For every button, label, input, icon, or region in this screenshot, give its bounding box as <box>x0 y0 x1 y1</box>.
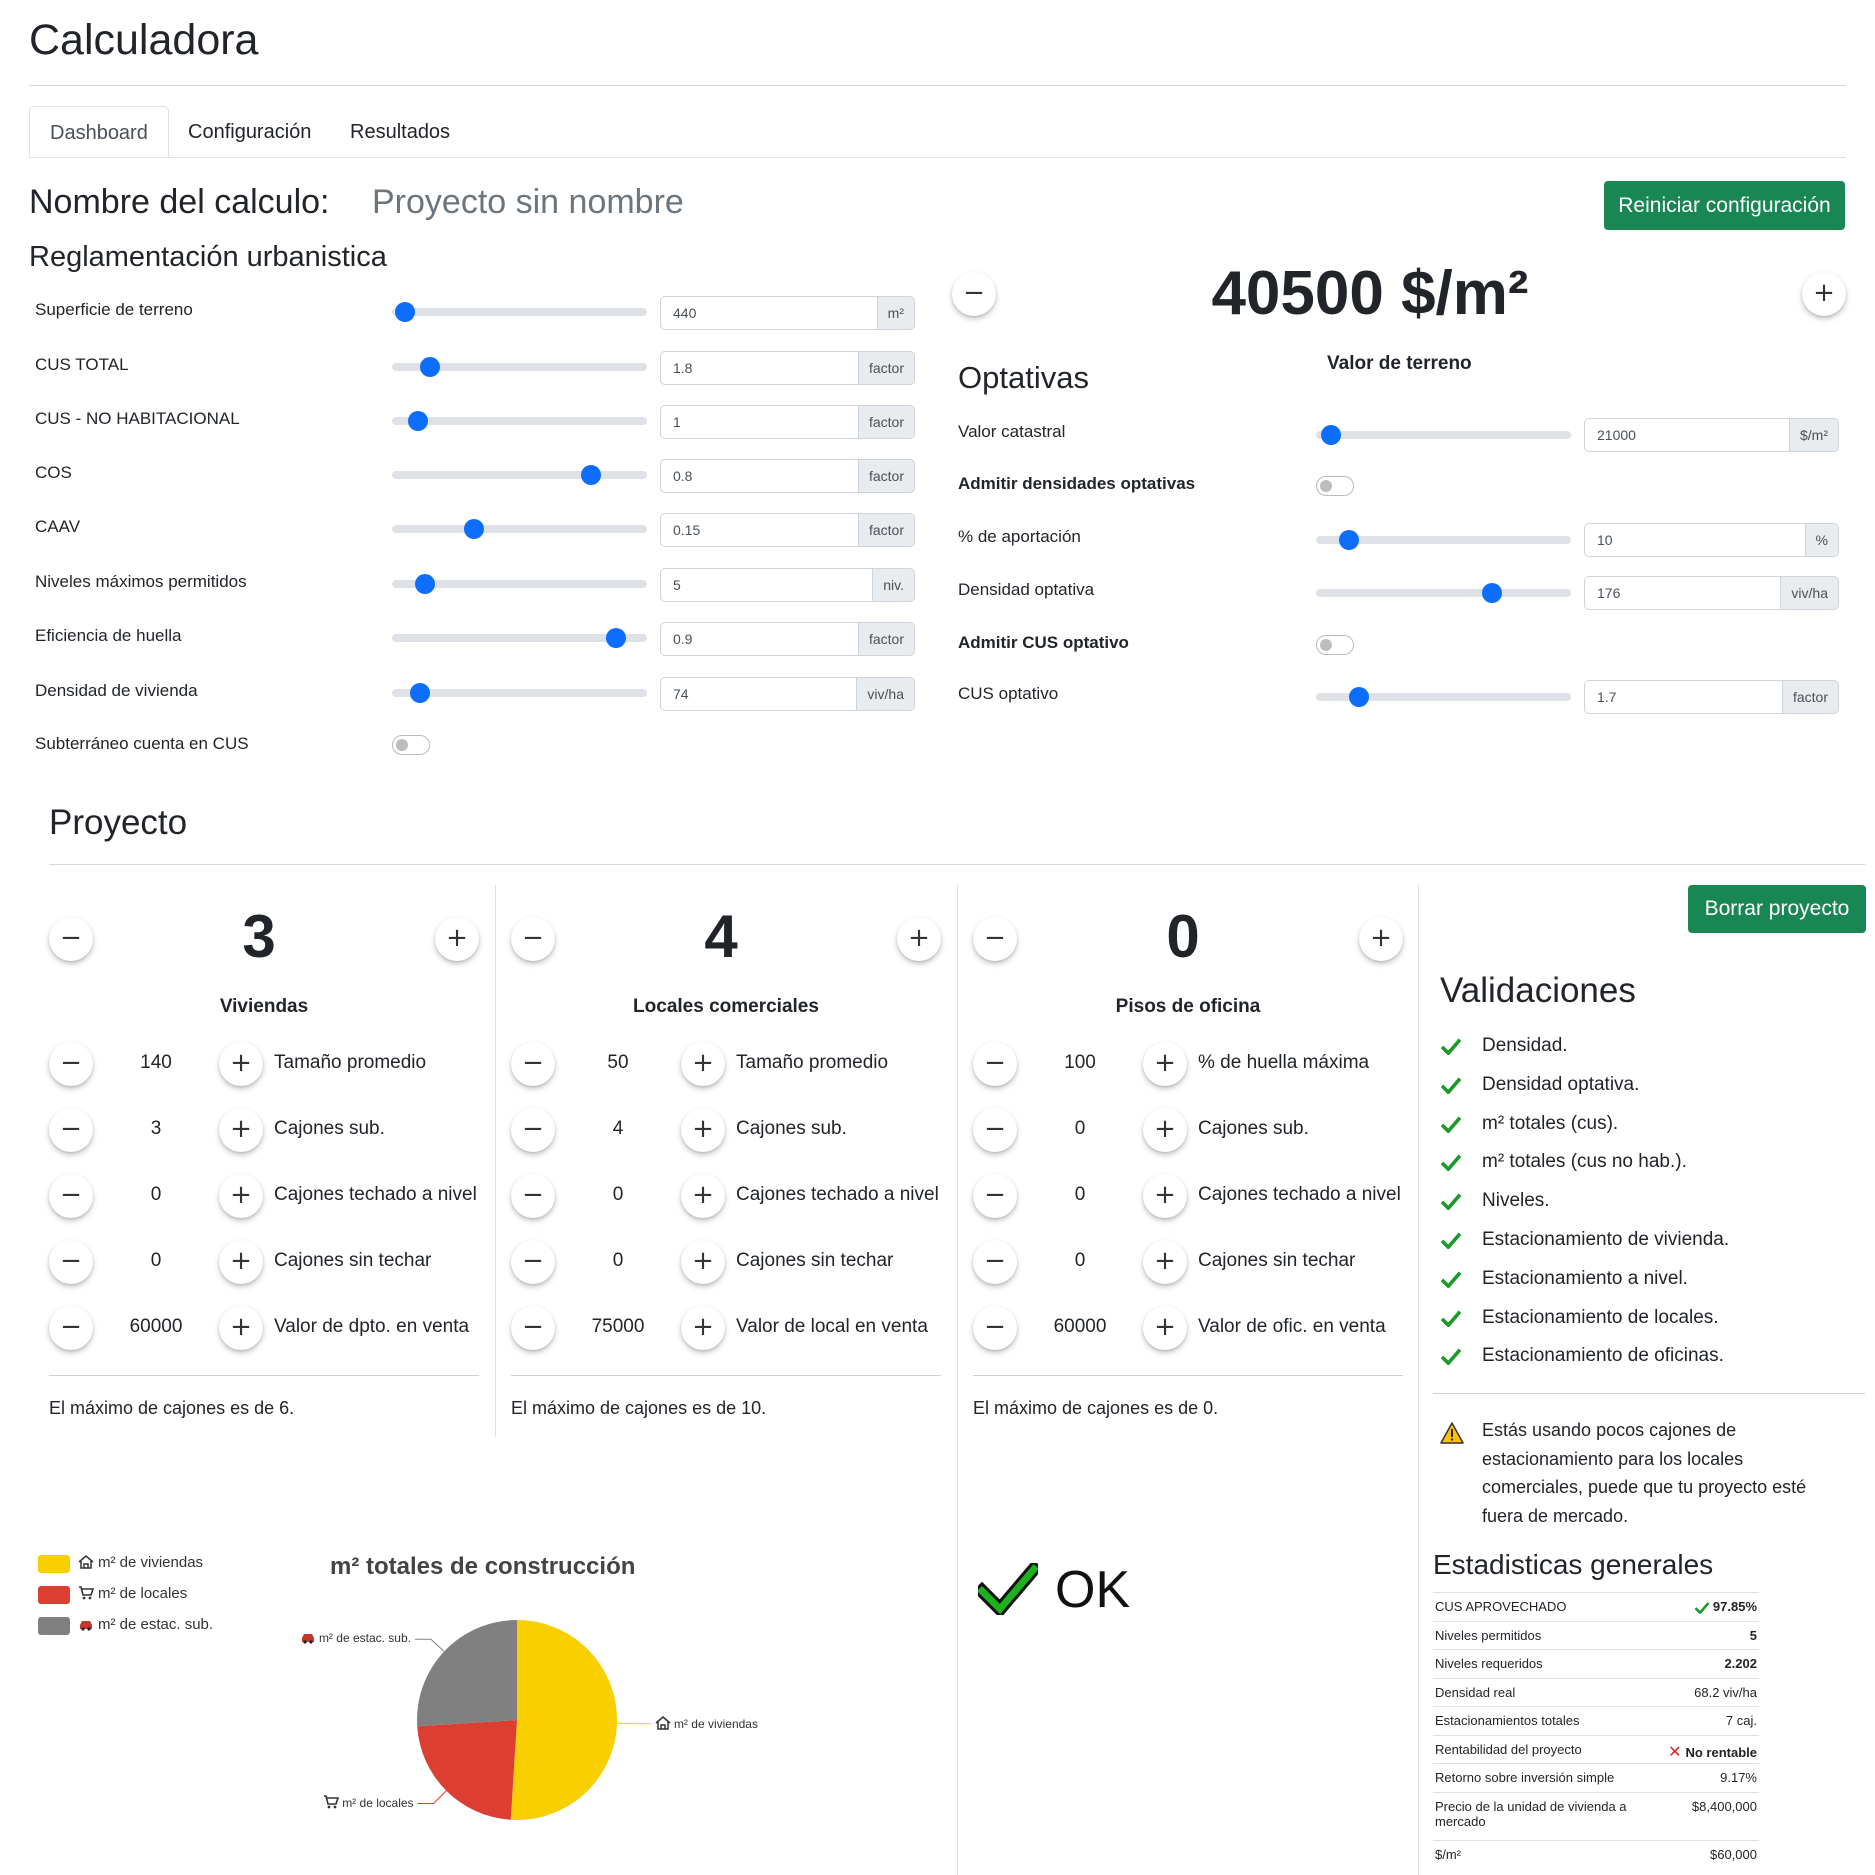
pie-label: m² de viviendas <box>655 1715 758 1733</box>
house-icon <box>655 1715 671 1733</box>
cart-icon <box>323 1795 340 1812</box>
pie-leader-line <box>414 1638 445 1652</box>
car-icon <box>300 1632 316 1647</box>
pie-label: m² de estac. sub. <box>300 1631 411 1647</box>
pie-slice-0[interactable] <box>510 1620 617 1820</box>
pie-chart <box>414 1620 651 1820</box>
pie-leader-line <box>616 1722 651 1725</box>
pie-label: m² de locales <box>323 1795 414 1812</box>
pie-slice-2[interactable] <box>416 1620 517 1727</box>
pie-leader-line <box>417 1790 447 1804</box>
pie-slice-1[interactable] <box>417 1720 517 1820</box>
